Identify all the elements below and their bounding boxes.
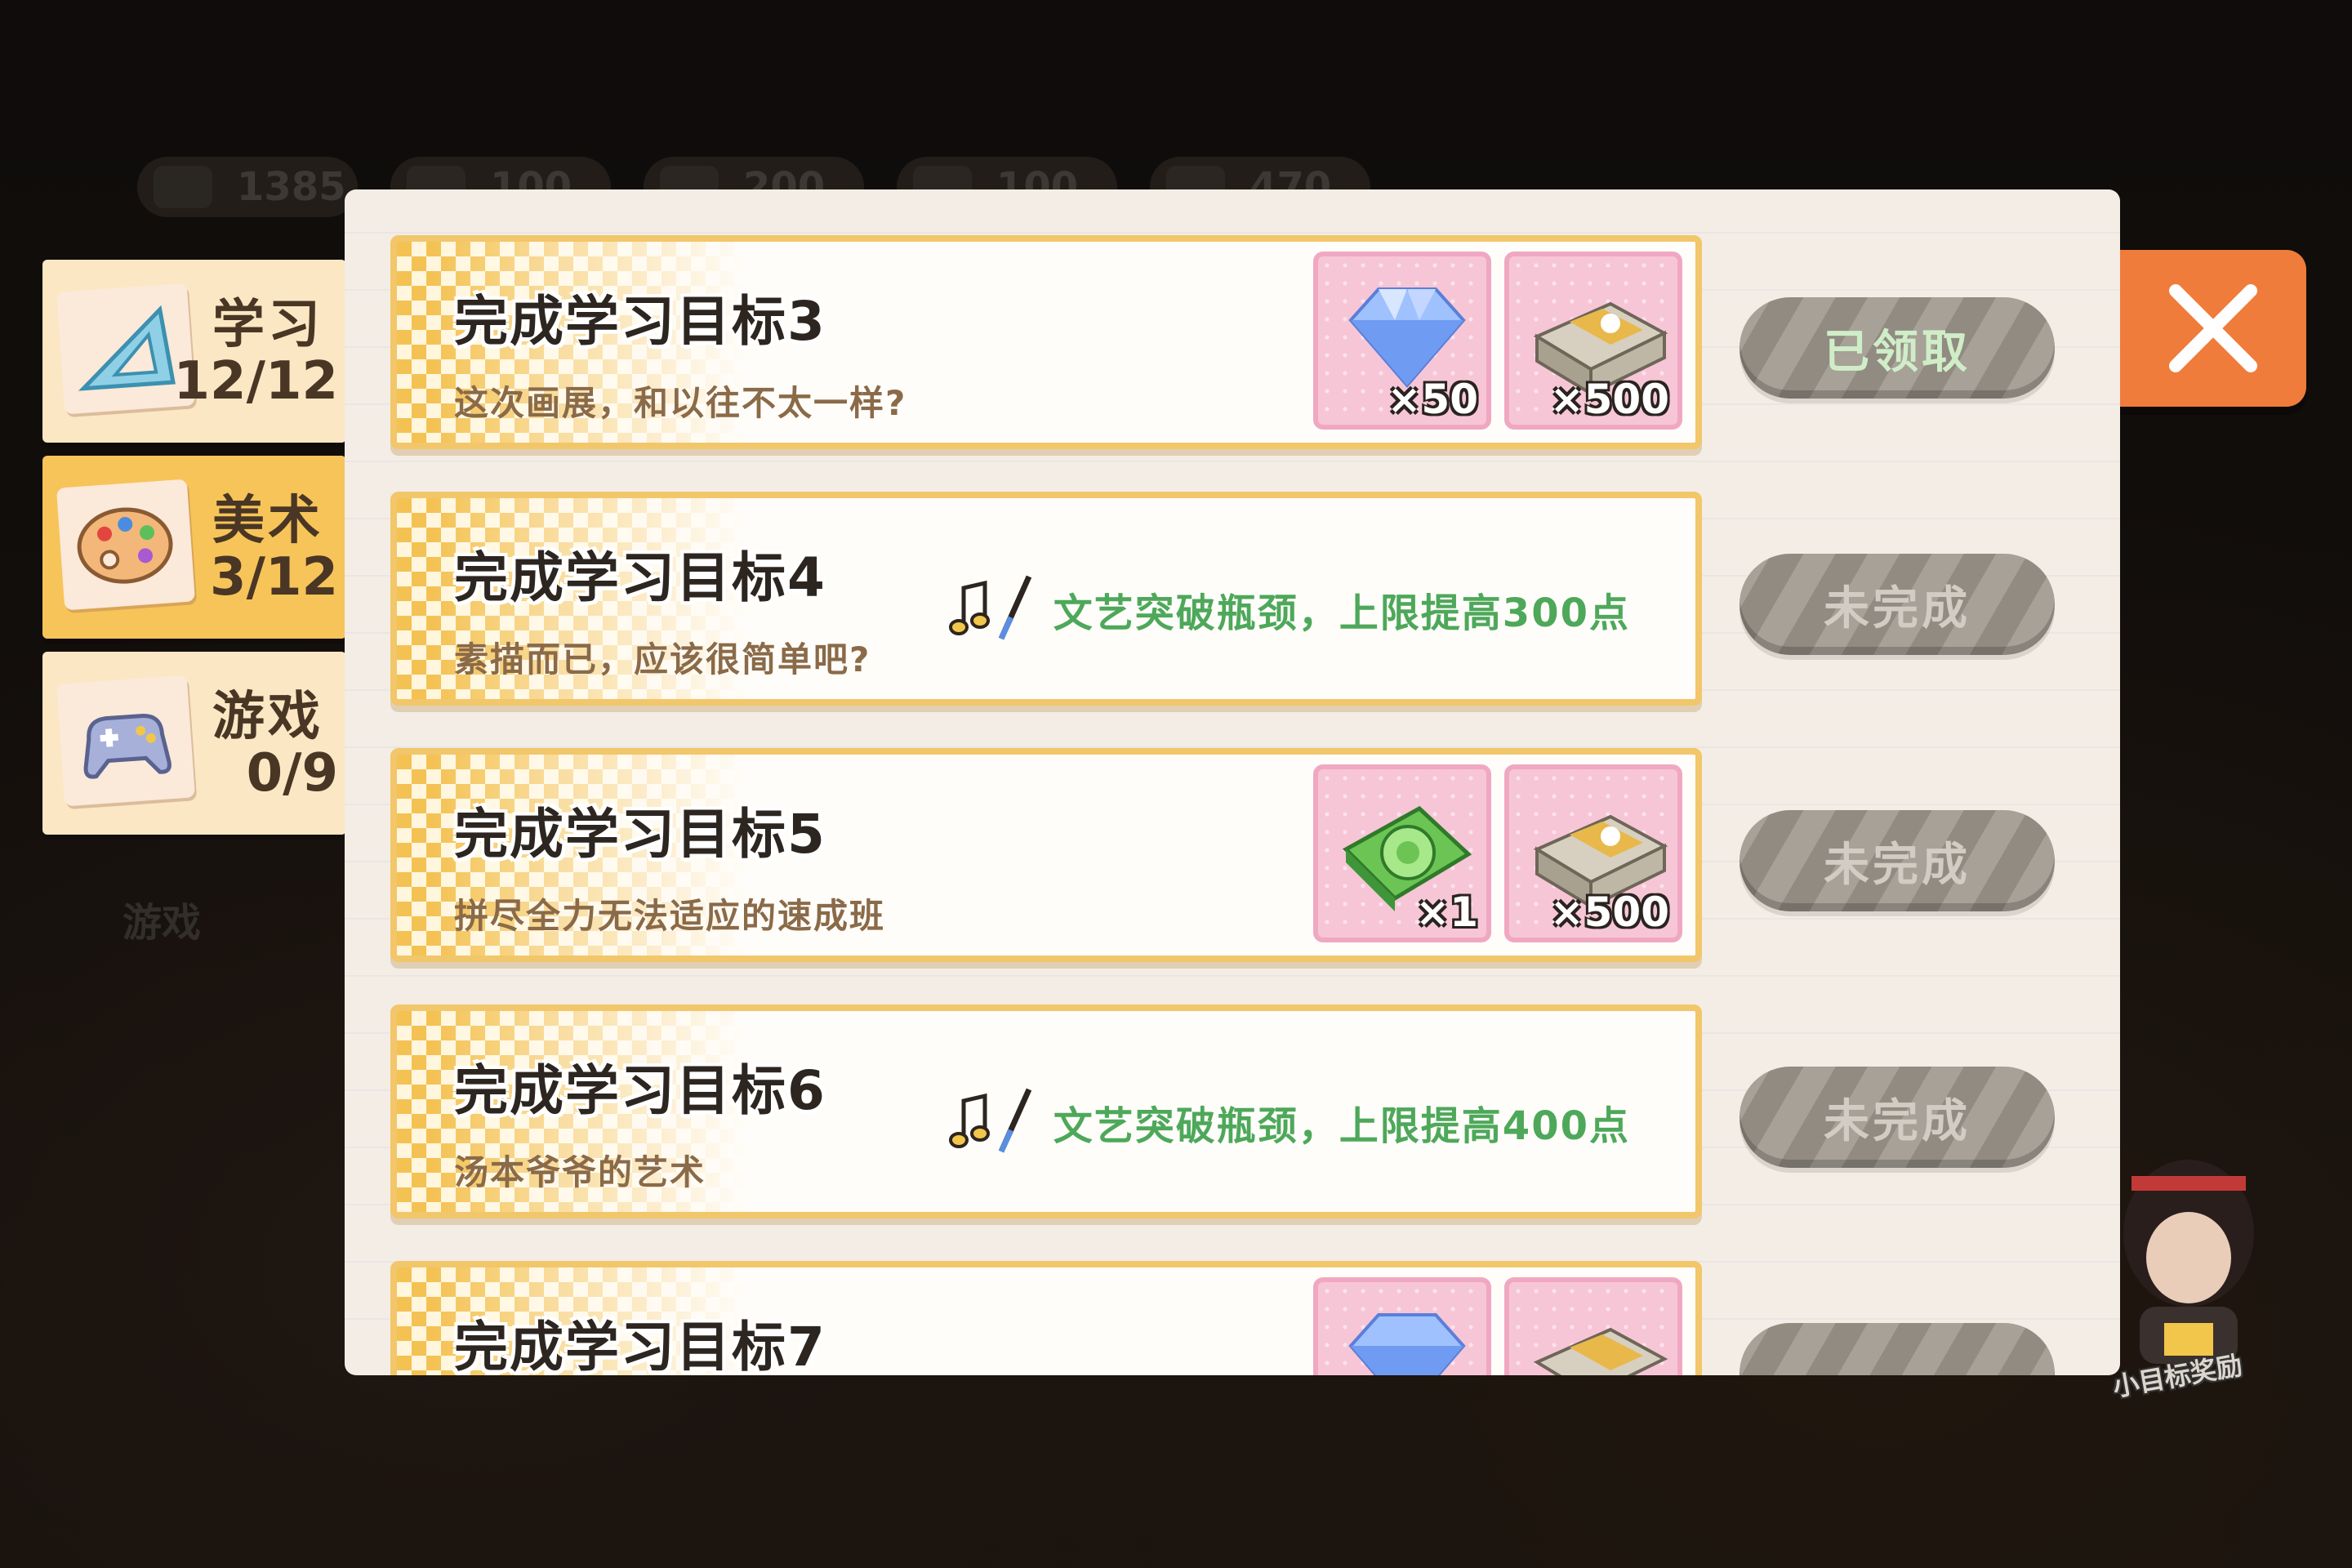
goal-row: 完成学习目标5 拼尽全力无法适应的速成班 ×1 ×500	[390, 748, 1702, 962]
tab-progress: 3/12	[210, 547, 338, 608]
goal-subtitle: 素描而已，应该很简单吧?	[454, 639, 871, 679]
unlock-reward: 文艺突破瓶颈，上限提高300点	[947, 568, 1630, 650]
gamepad-icon	[56, 675, 196, 807]
goal-subtitle: 拼尽全力无法适应的速成班	[454, 896, 886, 936]
cash-stack-icon	[1521, 1297, 1676, 1375]
reward-item[interactable]	[1313, 1277, 1491, 1375]
reward-item[interactable]: ×1	[1313, 764, 1491, 942]
incomplete-button[interactable]: 未完成	[1740, 1067, 2055, 1168]
reward-count: ×50	[1387, 376, 1478, 423]
tab-label: 游戏	[212, 687, 323, 747]
claimed-button[interactable]: 已领取	[1740, 297, 2055, 399]
mascot-avatar[interactable]	[2107, 1143, 2270, 1380]
music-brush-icon	[947, 568, 1037, 650]
tab-game[interactable]: 游戏 0/9	[42, 652, 346, 835]
incomplete-button[interactable]: 未完成	[1740, 554, 2055, 655]
goal-subtitle: 汤本爷爷的艺术	[454, 1152, 706, 1192]
reward-item[interactable]: ×500	[1504, 764, 1682, 942]
goal-title: 完成学习目标4	[454, 546, 826, 609]
reward-count: ×1	[1415, 889, 1478, 936]
goal-title: 完成学习目标7	[454, 1316, 826, 1375]
unlock-text: 文艺突破瓶颈，上限提高300点	[1053, 590, 1630, 636]
reward-item[interactable]: ×500	[1504, 252, 1682, 430]
incomplete-button[interactable]	[1740, 1323, 2055, 1375]
goal-row: 完成学习目标3 这次画展，和以往不太一样? ×50 ×500	[390, 235, 1702, 449]
diamond-icon	[1330, 1297, 1485, 1375]
reward-count: ×500	[1549, 376, 1669, 423]
goal-row: 完成学习目标4 素描而已，应该很简单吧? 文艺突破瓶颈，上限提高300点	[390, 492, 1702, 706]
goal-subtitle: 这次画展，和以往不太一样?	[454, 383, 907, 423]
goal-row: 完成学习目标7	[390, 1261, 1702, 1375]
tab-progress: 0/9	[246, 743, 338, 804]
tab-label: 学习	[212, 295, 323, 355]
unlock-text: 文艺突破瓶颈，上限提高400点	[1053, 1103, 1630, 1149]
reward-count: ×500	[1549, 889, 1669, 936]
palette-icon	[56, 479, 196, 611]
tab-study[interactable]: 学习 12/12	[42, 260, 346, 443]
tab-label: 美术	[212, 491, 323, 551]
goal-row: 完成学习目标6 汤本爷爷的艺术 文艺突破瓶颈，上限提高400点	[390, 1004, 1702, 1218]
reward-item[interactable]: ×50	[1313, 252, 1491, 430]
close-button[interactable]	[2120, 250, 2306, 407]
goals-panel: 完成学习目标3 这次画展，和以往不太一样? ×50 ×500 已领取 完成学习目…	[345, 189, 2120, 1375]
incomplete-button[interactable]: 未完成	[1740, 810, 2055, 911]
close-icon	[2169, 284, 2257, 372]
tab-art[interactable]: 美术 3/12	[42, 456, 346, 639]
goal-title: 完成学习目标5	[454, 803, 826, 866]
music-brush-icon	[947, 1081, 1037, 1163]
goal-title: 完成学习目标6	[454, 1059, 826, 1122]
goals-list[interactable]: 完成学习目标3 这次画展，和以往不太一样? ×50 ×500 已领取 完成学习目…	[345, 189, 2120, 1375]
reward-item[interactable]	[1504, 1277, 1682, 1375]
goal-title: 完成学习目标3	[454, 290, 826, 353]
unlock-reward: 文艺突破瓶颈，上限提高400点	[947, 1081, 1630, 1163]
tab-progress: 12/12	[173, 351, 339, 412]
